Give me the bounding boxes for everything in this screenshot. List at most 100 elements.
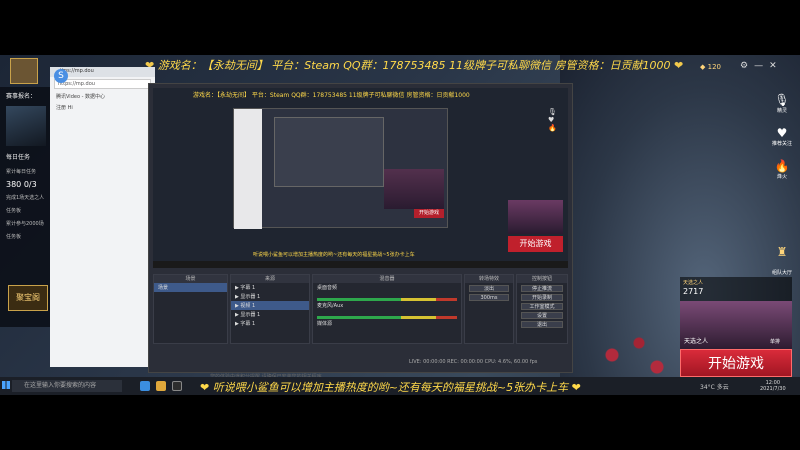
obs-status-bar: LIVE: 00:00:00 REC: 00:00:00 CPU: 4.6%, …	[409, 359, 538, 365]
record-button[interactable]: 开始录制	[521, 294, 563, 301]
obs-icon[interactable]	[172, 381, 182, 391]
team-label: 组队大厅	[771, 270, 792, 276]
event-banner[interactable]	[6, 106, 46, 146]
browser-window[interactable]: S ttps://mp.dou https://mp.dou 腾讯Video -…	[50, 67, 155, 367]
edge-icon[interactable]	[140, 381, 150, 391]
studio-mode-button[interactable]: 工作室模式	[521, 303, 563, 310]
microphone-icon: 🎙	[774, 93, 790, 107]
preview-side-icons: 🎙 ♥ 🔥	[548, 108, 562, 188]
scene-item[interactable]: 场景	[154, 283, 227, 292]
screen: ❤ 游戏名：【永劫无间】 平台：Steam QQ群：178753485 11级牌…	[0, 55, 800, 395]
windows-taskbar: 在这里输入你要搜索的内容 ❤ 听说喂小鲨鱼可以增加主播热度的哟~还有每天的福星挑…	[0, 377, 800, 395]
obs-window[interactable]: 游戏名：【永劫无间】 平台：Steam QQ群：178753485 11级牌子可…	[148, 83, 573, 373]
preview-taskbar	[153, 261, 568, 268]
preview-game-thumb	[508, 200, 563, 234]
count-a: 380	[6, 180, 22, 189]
source-item[interactable]: ▶ 显示器 1	[231, 310, 309, 319]
top-toolbar-icons[interactable]: ⚙—✕	[740, 61, 783, 71]
event-signup-title: 赛事报名：	[6, 93, 37, 100]
mixer-track-label: 媒体源	[317, 321, 333, 327]
nested-game-thumb	[384, 169, 444, 209]
folder-icon[interactable]	[156, 381, 166, 391]
streamer-avatar[interactable]	[10, 58, 38, 84]
nested-obs-preview	[274, 117, 384, 187]
sources-header: 来源	[231, 275, 309, 283]
daily-task-title: 每日任务	[6, 154, 31, 161]
transition-select[interactable]: 淡出	[469, 285, 509, 292]
source-item[interactable]: ▶ 视频 1	[231, 301, 309, 310]
clock-date: 2021/7/30	[760, 386, 786, 392]
mixer-track-label: 桌面音频	[317, 285, 338, 291]
section1-title: 任务板	[6, 208, 22, 214]
sidebar-item-fire[interactable]: 🔥 烽火	[768, 159, 796, 180]
flame-icon: 🔥	[548, 124, 557, 132]
section1-note: 累计参与2000场	[6, 221, 44, 227]
exit-button[interactable]: 退出	[521, 321, 563, 328]
right-sidebar: 🎙 精灵 ♥ 推荐关注 🔥 烽火	[768, 93, 796, 192]
heart-icon: ♥	[548, 116, 555, 124]
address-bar[interactable]: https://mp.dou	[54, 79, 151, 89]
sources-dock: 来源 ▶ 字幕 1 ▶ 显示器 1 ▶ 视频 1 ▶ 显示器 1 ▶ 字幕 1	[230, 274, 310, 344]
heart-icon: ❤	[200, 381, 210, 394]
start-game-button[interactable]: 开始游戏	[680, 349, 792, 377]
left-panel: 赛事报名： 每日任务 累计每日任务 380 0/3 完成1场天选之人 任务板 累…	[0, 87, 52, 327]
count-b: 0/3	[23, 180, 37, 189]
taskbar-search-input[interactable]: 在这里输入你要搜索的内容	[12, 380, 122, 392]
flame-icon: 🔥	[774, 159, 790, 173]
favorite-link[interactable]: 注册 Hi	[50, 102, 155, 113]
subtitle-text: 听说喂小鲨鱼可以增加主播热度的哟~还有每天的福星挑战~5张办卡上车	[212, 381, 569, 394]
preview-subtitle: 听说喂小鲨鱼可以增加主播热度的哟~还有每天的福星挑战~5张办卡上车	[253, 252, 415, 258]
microphone-icon: 🎙	[548, 108, 557, 116]
red-flowers-art	[585, 325, 675, 385]
controls-dock: 控制按钮 停止推流 开始录制 工作室模式 设置 退出	[516, 274, 568, 344]
task-row[interactable]: 累计每日任务	[0, 165, 52, 178]
obs-docks: 场景 场景 来源 ▶ 字幕 1 ▶ 显示器 1 ▶ 视频 1 ▶ 显示器 1 ▶…	[153, 274, 568, 344]
stop-stream-button[interactable]: 停止推流	[521, 285, 563, 292]
stream-subtitle: ❤ 听说喂小鲨鱼可以增加主播热度的哟~还有每天的福星挑战~5张办卡上车 ❤	[200, 379, 581, 395]
settings-button[interactable]: 设置	[521, 312, 563, 319]
preview-start-button: 开始游戏	[508, 236, 563, 252]
treasure-button[interactable]: 聚宝阁	[8, 285, 48, 311]
rank-count: 2717	[683, 287, 704, 296]
stream-banner: ❤ 游戏名：【永劫无间】 平台：Steam QQ群：178753485 11级牌…	[145, 57, 683, 73]
transitions-header: 转场特效	[465, 275, 513, 283]
favorite-link[interactable]: 腾讯Video - 数据中心	[50, 91, 155, 102]
rank-card: 天选之人 2717	[680, 277, 792, 301]
nested-start-button: 开始游戏	[414, 209, 444, 218]
coin-counter: ◆ 120	[700, 63, 721, 71]
banner-text: 游戏名：【永劫无间】 平台：Steam QQ群：178753485 11级牌子可…	[157, 59, 671, 72]
weather-readout[interactable]: 34°C 多云	[700, 382, 729, 391]
mixer-track-label: 麦克风/Aux	[317, 303, 344, 309]
windows-start-icon[interactable]	[2, 381, 10, 389]
progress-note: 完成1场天选之人	[6, 195, 45, 201]
duration-field[interactable]: 300ms	[469, 294, 509, 301]
minimize-icon[interactable]: —	[754, 61, 769, 71]
team-lobby-button[interactable]: ♜ 组队大厅	[768, 245, 796, 278]
settings-icon[interactable]: ⚙	[740, 61, 754, 71]
section2-title: 任务板	[6, 234, 22, 240]
browser-logo-icon: S	[54, 69, 68, 83]
source-item[interactable]: ▶ 字幕 1	[231, 283, 309, 292]
heart-icon: ♥	[776, 126, 788, 140]
rank-title: 天选之人	[683, 280, 704, 286]
nested-browser	[234, 109, 262, 229]
task-count: 380 0/3	[0, 178, 52, 191]
heart-icon: ❤	[571, 381, 581, 394]
mixer-header: 混音器	[313, 275, 461, 283]
scenes-dock: 场景 场景	[153, 274, 228, 344]
scenes-header: 场景	[154, 275, 227, 283]
close-icon[interactable]: ✕	[769, 61, 783, 71]
team-icon: ♜	[776, 245, 788, 259]
source-item[interactable]: ▶ 显示器 1	[231, 292, 309, 301]
nested-obs-window: 开始游戏	[233, 108, 448, 229]
source-item[interactable]: ▶ 字幕 1	[231, 319, 309, 328]
obs-preview: 游戏名：【永劫无间】 平台：Steam QQ群：178753485 11级牌子可…	[153, 88, 568, 268]
controls-header: 控制按钮	[517, 275, 567, 283]
sidebar-item-follow[interactable]: ♥ 推荐关注	[768, 126, 796, 147]
heart-icon: ❤	[674, 59, 684, 72]
taskbar-clock[interactable]: 12:00 2021/7/30	[760, 380, 786, 392]
transitions-dock: 转场特效 淡出 300ms	[464, 274, 514, 344]
mixer-dock: 混音器 桌面音频 麦克风/Aux 媒体源	[312, 274, 462, 344]
preview-banner: 游戏名：【永劫无间】 平台：Steam QQ群：178753485 11级牌子可…	[193, 92, 470, 99]
sidebar-item-spirit[interactable]: 🎙 精灵	[768, 93, 796, 114]
